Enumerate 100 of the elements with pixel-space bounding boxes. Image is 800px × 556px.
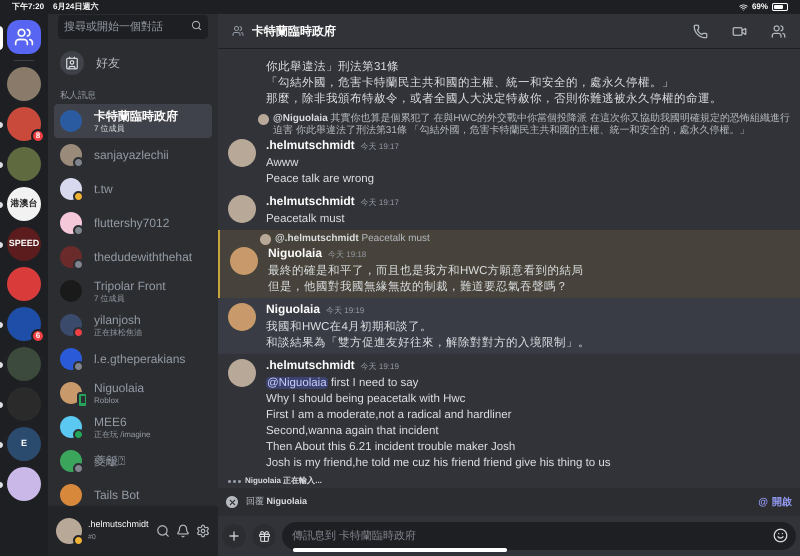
conversation-subtitle: 7 位成員 — [94, 294, 126, 304]
conversation-name: yilanjosh — [94, 312, 142, 328]
reply-preview[interactable]: @.helmutschmidt Peacetalk must — [275, 233, 430, 245]
conversation-item[interactable]: MEE6 正在玩 /imagine — [54, 410, 212, 444]
author-name[interactable]: Niguolaia — [266, 301, 320, 317]
conversation-name: 卡特蘭臨時政府 — [94, 108, 178, 124]
message-text: First I am a moderate,not a radical and hardliner — [266, 409, 512, 421]
message-text: @Niguolaia first I need to say — [266, 377, 418, 389]
users-icon — [14, 27, 34, 47]
avatar — [60, 178, 82, 200]
reply-preview[interactable]: @Niguolaia 其實你也算是個累犯了 在與HWC的外交戰中你當個投降派 在這次你又協助我國明確規定的恐怖組織進行迫害 你此舉違法了刑法第31條 「勾結外國，危害卡特蘭民主共和國的主權、統一和安全的，處永久停權。」 — [273, 113, 790, 137]
conversation-item[interactable]: t.tw — [54, 172, 212, 206]
conversation-name: Niguolaia — [94, 380, 144, 396]
author-name[interactable]: .helmutschmidt — [266, 137, 355, 153]
author-name[interactable]: .helmutschmidt — [266, 357, 355, 373]
conversation-item[interactable]: Tripolar Front 7 位成員 — [54, 274, 212, 308]
conversation-subtitle: Roblox — [94, 396, 120, 406]
avatar[interactable] — [228, 303, 256, 331]
message-text: Josh is my friend,he told me cuz his friend friend give his thing to us — [266, 457, 611, 469]
settings-icon[interactable] — [196, 524, 210, 538]
avatar — [60, 144, 82, 166]
emoji-icon[interactable] — [773, 528, 788, 543]
conversation-item[interactable]: l.e.gtheperakians — [54, 342, 212, 376]
timestamp: 今天 19:19 — [326, 305, 364, 317]
friends-icon — [60, 51, 84, 75]
search-icon[interactable] — [156, 524, 170, 538]
conversation-item[interactable]: Niguolaia Roblox — [54, 376, 212, 410]
gift-icon — [258, 530, 270, 542]
server-icon[interactable]: E — [7, 427, 41, 461]
friends-link[interactable]: 好友 — [96, 54, 120, 72]
avatar — [60, 348, 82, 370]
message-text: 我國和HWC在4月初期和談了。 — [266, 321, 432, 333]
message-text: Second,wanna again that incident — [266, 425, 439, 437]
conversation-name: t.tw — [94, 182, 113, 196]
conversation-item[interactable]: fluttershy7012 — [54, 206, 212, 240]
wifi-icon — [738, 2, 748, 12]
phone-icon[interactable] — [693, 24, 708, 38]
server-icon[interactable] — [7, 467, 41, 501]
conversation-subtitle: 正在玩 /imagine — [94, 430, 150, 440]
server-icon[interactable] — [7, 307, 41, 341]
conversation-item[interactable]: sanjayazlechii — [54, 138, 212, 172]
section-header: 私人訊息 — [59, 89, 97, 101]
bell-icon[interactable] — [176, 524, 190, 538]
mention-link[interactable]: @Niguolaia — [266, 377, 328, 389]
server-icon[interactable]: 港澳台 — [7, 187, 41, 221]
username: .helmutschmidt — [88, 518, 150, 531]
message-text: 「勾結外國，危害卡特蘭民主共和國的主權、統一和安全的，處永久停權。」 — [266, 77, 674, 89]
message-text: Awww — [266, 157, 298, 169]
avatar — [60, 246, 82, 268]
author-name[interactable]: .helmutschmidt — [266, 193, 355, 209]
reply-label: 回覆 Niguolaia — [246, 495, 308, 508]
search-icon — [191, 20, 202, 31]
message-text: Then About this 6.21 incident trouble maker Josh — [266, 441, 516, 453]
message-text: Peacetalk must — [266, 213, 345, 225]
conversation-name: 夔䶵⍰ — [94, 454, 125, 468]
notification-badge: 8 — [31, 129, 45, 143]
selected-indicator — [0, 26, 3, 50]
battery-icon — [772, 3, 788, 11]
timestamp: 今天 19:17 — [360, 197, 399, 209]
message-text: 但是，他國對我國無緣無故的制裁，難道要忍氣吞聲嗎？ — [268, 281, 568, 293]
avatar — [60, 484, 82, 506]
author-name[interactable]: Niguolaia — [268, 245, 322, 261]
avatar[interactable] — [228, 139, 256, 167]
date-text: 6月24日週六 — [53, 1, 98, 13]
timestamp: 今天 19:17 — [360, 141, 399, 153]
reply-avatar — [260, 234, 271, 245]
message-text: 和談結果為「雙方促進友好往來，解除對對方的入境限制」。 — [266, 337, 590, 349]
message-text: 你此舉違法」刑法第31條 — [266, 61, 399, 73]
server-icon[interactable] — [7, 67, 41, 101]
avatar[interactable] — [230, 247, 258, 275]
avatar — [60, 314, 82, 336]
conversation-name: fluttershy7012 — [94, 216, 170, 230]
conversation-name: sanjayazlechii — [94, 148, 169, 162]
conversation-name: Tails Bot — [94, 488, 140, 502]
search-field[interactable]: 搜尋或開始一個對話 — [58, 15, 208, 39]
conversation-subtitle: 7 位成員 — [94, 124, 126, 134]
conversation-item[interactable]: 夔䶵⍰ — [54, 444, 212, 478]
server-icon[interactable] — [7, 107, 41, 141]
close-icon[interactable] — [226, 496, 238, 508]
conversation-item[interactable]: thedudewiththehat — [54, 240, 212, 274]
conversation-item[interactable]: 卡特蘭臨時政府 7 位成員 — [54, 104, 212, 138]
message-input[interactable]: 傳訊息到 卡特蘭臨時政府 — [282, 522, 796, 550]
server-icon[interactable]: SPEED — [7, 227, 41, 261]
message-text: Why I should being peacetalk with Hwc — [266, 393, 466, 405]
gift-button[interactable] — [252, 524, 276, 548]
members-icon[interactable] — [771, 24, 786, 38]
notification-badge: 6 — [31, 329, 45, 343]
typing-indicator: Niguolaia 正在輸入... — [245, 475, 322, 487]
direct-messages-button[interactable] — [7, 20, 41, 54]
avatar[interactable] — [228, 195, 256, 223]
conversation-name: l.e.gtheperakians — [94, 352, 186, 366]
timestamp: 今天 19:19 — [360, 361, 399, 373]
message-text: 最終的確是和平了，而且也是我方和HWC方願意看到的結局 — [268, 265, 584, 277]
avatar[interactable] — [228, 359, 256, 387]
conversation-item[interactable]: Tails Bot — [54, 478, 212, 506]
add-button[interactable] — [222, 524, 246, 548]
clock-time: 下午7:20 — [12, 1, 46, 13]
mention-toggle[interactable]: @ 開啟 — [758, 494, 792, 510]
user-avatar[interactable] — [56, 518, 82, 544]
conversation-item[interactable]: yilanjosh 正在抹松焦油 — [54, 308, 212, 342]
